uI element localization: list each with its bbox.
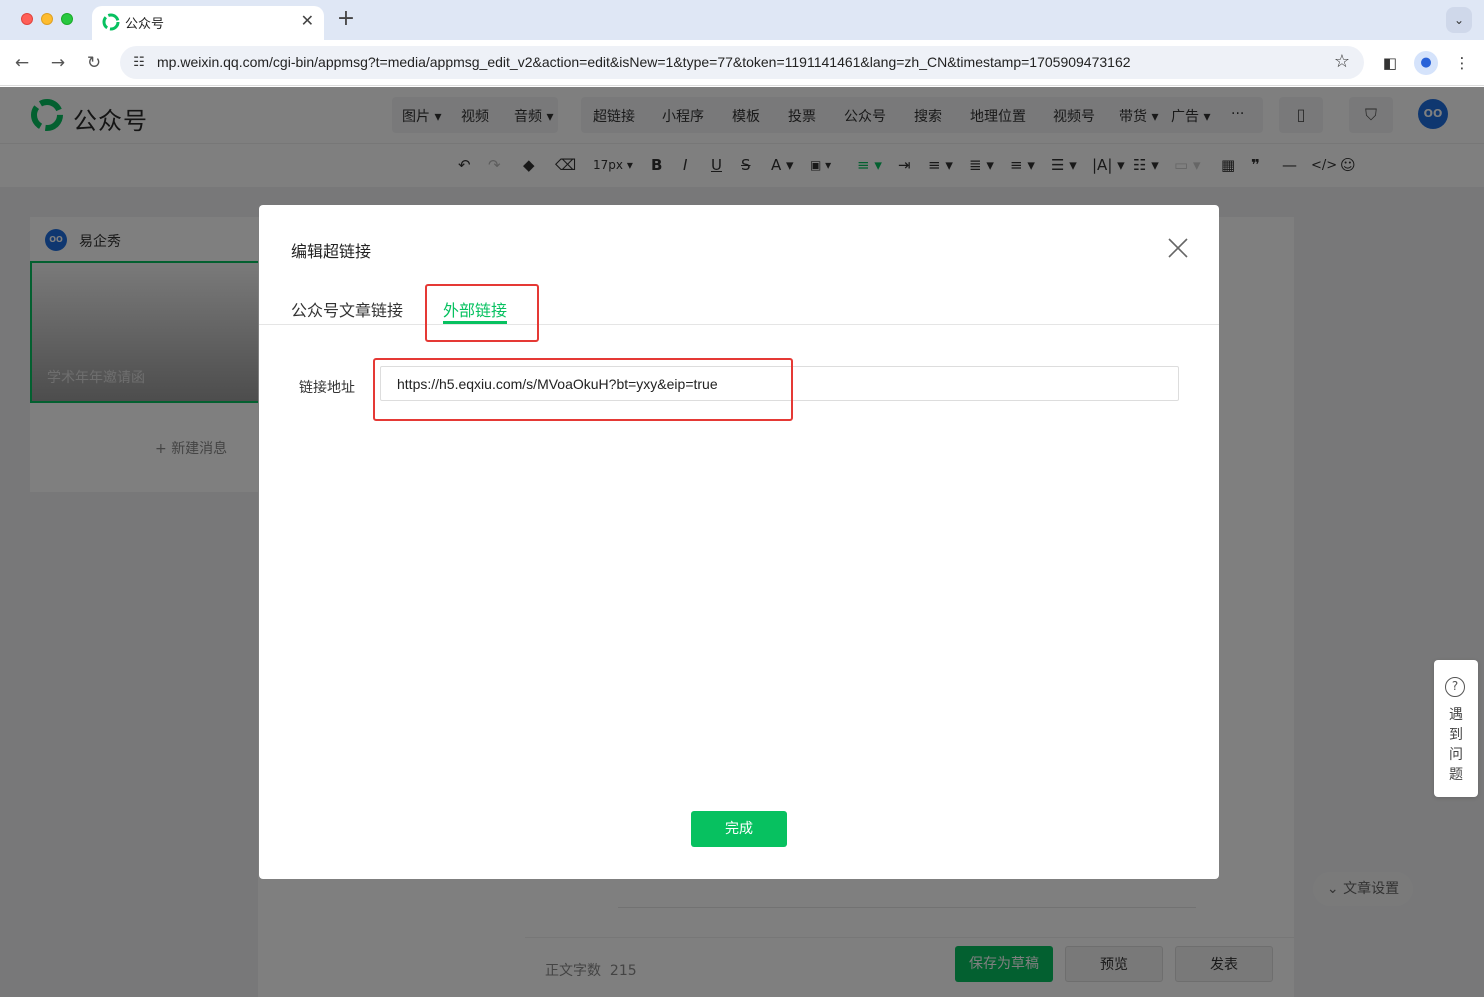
done-button[interactable]: 完成 [691, 811, 787, 847]
close-window-button[interactable] [21, 13, 33, 25]
browser-tab[interactable]: 公众号 ✕ [92, 6, 324, 40]
help-widget[interactable]: ? 遇到问题 [1434, 660, 1478, 797]
edit-hyperlink-dialog: 编辑超链接 公众号文章链接 外部链接 链接地址 完成 [259, 205, 1219, 879]
external-tab-highlight-box [425, 284, 539, 342]
link-input-highlight-box [373, 358, 793, 421]
more-menu-icon[interactable]: ⋮ [1450, 51, 1474, 75]
tab-article-link[interactable]: 公众号文章链接 [291, 297, 403, 321]
tab-close-icon[interactable]: ✕ [301, 11, 314, 30]
reload-icon[interactable]: ↻ [82, 51, 106, 75]
forward-arrow-icon[interactable]: → [46, 51, 70, 75]
new-tab-button[interactable]: + [336, 6, 356, 32]
tab-search-chevron-icon[interactable]: ⌄ [1446, 7, 1472, 33]
minimize-window-button[interactable] [41, 13, 53, 25]
side-panel-icon[interactable]: ◧ [1378, 51, 1402, 75]
dialog-title: 编辑超链接 [291, 242, 372, 261]
address-bar[interactable]: ☷ mp.weixin.qq.com/cgi-bin/appmsg?t=medi… [120, 46, 1364, 79]
close-icon[interactable] [1165, 235, 1191, 261]
tab-title: 公众号 [125, 17, 165, 32]
tabs-divider [259, 324, 1219, 325]
question-icon: ? [1445, 677, 1465, 697]
help-label: 遇到问题 [1449, 707, 1463, 783]
maximize-window-button[interactable] [61, 13, 73, 25]
site-settings-icon[interactable]: ☷ [128, 52, 150, 74]
bookmark-star-icon[interactable]: ☆ [1334, 51, 1350, 72]
url-text[interactable]: mp.weixin.qq.com/cgi-bin/appmsg?t=media/… [157, 54, 1131, 70]
profile-avatar-icon[interactable]: ● [1414, 51, 1438, 75]
back-arrow-icon[interactable]: ← [10, 51, 34, 75]
browser-toolbar: ← → ↻ ☷ mp.weixin.qq.com/cgi-bin/appmsg?… [0, 40, 1484, 86]
browser-tab-strip: 公众号 ✕ + ⌄ [0, 0, 1484, 40]
wechat-mp-favicon-icon [102, 13, 120, 31]
link-address-label: 链接地址 [299, 380, 355, 396]
